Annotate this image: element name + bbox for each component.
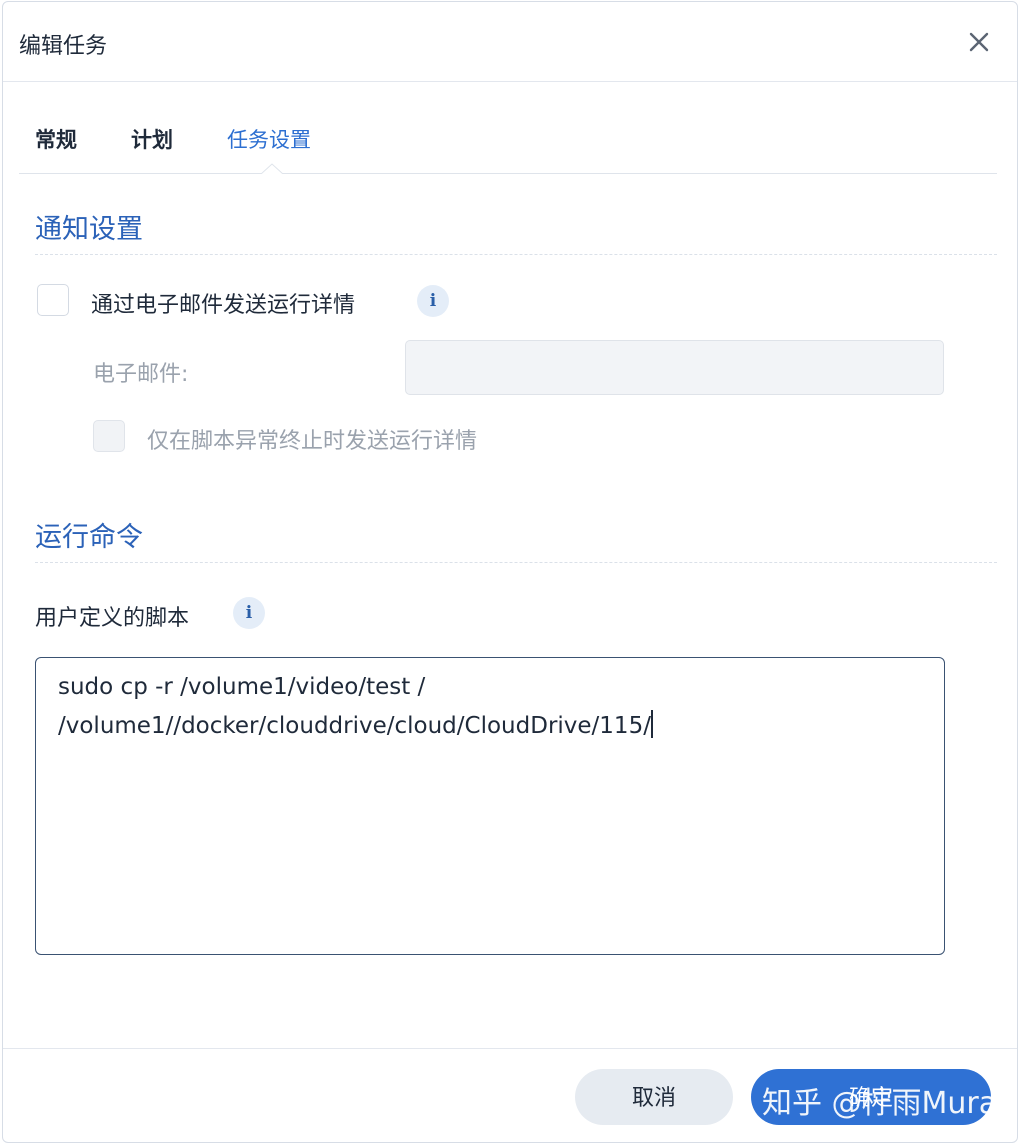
notification-section-title: 通知设置 xyxy=(35,214,143,245)
dialog-title: 编辑任务 xyxy=(19,34,108,59)
text-cursor xyxy=(650,710,653,738)
only-abnormal-checkbox[interactable] xyxy=(93,420,125,452)
tab-bar: 常规 计划 任务设置 xyxy=(19,82,997,174)
user-script-textarea[interactable]: sudo cp -r /volume1/video/test / /volume1… xyxy=(35,657,945,955)
email-input[interactable] xyxy=(405,340,944,395)
email-notify-label: 通过电子邮件发送运行详情 xyxy=(91,293,356,318)
script-line-1: sudo cp -r /volume1/video/test / xyxy=(58,674,426,700)
cancel-button[interactable]: 取消 xyxy=(575,1069,733,1125)
email-field-label: 电子邮件: xyxy=(93,362,189,387)
run-command-divider xyxy=(35,562,997,563)
info-icon[interactable]: i xyxy=(233,597,265,629)
active-tab-indicator xyxy=(261,163,283,174)
tab-general[interactable]: 常规 xyxy=(35,124,77,154)
email-notify-checkbox[interactable] xyxy=(37,284,69,316)
script-label: 用户定义的脚本 xyxy=(35,606,190,631)
tab-schedule[interactable]: 计划 xyxy=(131,124,173,154)
run-command-section-title: 运行命令 xyxy=(35,522,143,553)
script-line-2: /volume1//docker/clouddrive/cloud/CloudD… xyxy=(58,707,922,746)
only-abnormal-label: 仅在脚本异常终止时发送运行详情 xyxy=(147,429,478,454)
watermark: 知乎 @柠雨Mura xyxy=(762,1086,998,1121)
close-button[interactable] xyxy=(965,28,993,56)
tab-task-settings[interactable]: 任务设置 xyxy=(227,124,311,154)
notification-divider xyxy=(35,254,997,255)
dialog-header: 编辑任务 xyxy=(3,2,1017,82)
close-icon xyxy=(969,32,989,52)
info-icon[interactable]: i xyxy=(417,285,449,317)
edit-task-dialog: 编辑任务 常规 计划 任务设置 通知设置 通过电子邮件发送运行详情 i 电子邮件… xyxy=(2,1,1018,1143)
